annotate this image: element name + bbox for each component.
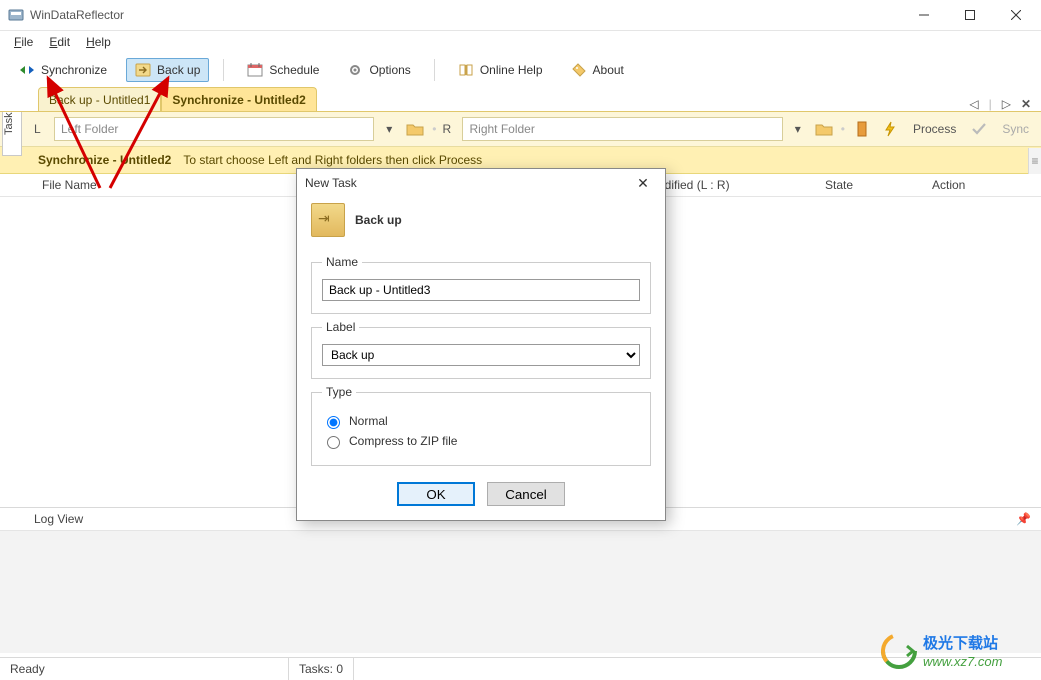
svg-text:极光下载站: 极光下载站 [923,634,998,652]
tab-prev-icon[interactable]: ◁ [967,97,980,111]
maximize-button[interactable] [947,0,993,30]
dialog-close-icon[interactable]: ✕ [629,172,657,194]
menu-file[interactable]: File [6,33,41,51]
menu-help[interactable]: Help [78,33,119,51]
about-label: About [593,63,624,77]
titlebar: WinDataReflector [0,0,1041,31]
dialog-heading: Back up [355,213,402,227]
menu-edit[interactable]: Edit [41,33,78,51]
tab-label: Back up - Untitled1 [49,93,150,107]
left-label: L [34,122,48,136]
backup-large-icon [311,203,345,237]
process-label: Process [913,122,956,136]
options-button[interactable]: Options [338,58,419,82]
calendar-icon [247,62,263,78]
type-zip-radio[interactable]: Compress to ZIP file [322,433,640,449]
label-legend: Label [322,320,359,334]
label-fieldset: Label Back up [311,320,651,379]
new-task-dialog: New Task ✕ Back up Name Label Back up Ty… [296,168,666,521]
lightning-icon[interactable] [879,118,901,140]
info-title: Synchronize - Untitled2 [38,153,171,167]
book-icon [458,62,474,78]
left-dropdown-icon[interactable]: ▾ [380,118,398,140]
tab-next-icon[interactable]: ▷ [1000,97,1013,111]
pin-icon[interactable]: 📌 [1016,512,1031,526]
ok-button[interactable]: OK [397,482,475,506]
document-tabs: Back up - Untitled1 Synchronize - Untitl… [0,87,1041,112]
tab-backup-untitled1[interactable]: Back up - Untitled1 [38,87,161,111]
info-message: To start choose Left and Right folders t… [183,153,482,167]
schedule-label: Schedule [269,63,319,77]
placeholder: Right Folder [469,122,534,136]
online-help-label: Online Help [480,63,543,77]
toolbar: Synchronize Back up Schedule Options Onl… [0,53,1041,87]
gear-icon [347,62,363,78]
tab-synchronize-untitled2[interactable]: Synchronize - Untitled2 [161,87,316,111]
synchronize-label: Synchronize [41,63,107,77]
placeholder: Left Folder [61,122,118,136]
tab-label: Synchronize - Untitled2 [172,93,305,107]
close-button[interactable] [993,0,1039,30]
sync-label: Sync [1002,122,1029,136]
task-name-input[interactable] [322,279,640,301]
minimize-button[interactable] [901,0,947,30]
status-ready: Ready [0,658,289,680]
type-fieldset: Type Normal Compress to ZIP file [311,385,651,466]
window-title: WinDataReflector [30,8,124,22]
tab-sep: | [987,97,994,111]
task-label-select[interactable]: Back up [322,344,640,366]
svg-text:www.xz7.com: www.xz7.com [923,654,1003,669]
separator [223,59,224,81]
backup-icon [135,62,151,78]
tag-icon [571,62,587,78]
radio-zip-label: Compress to ZIP file [349,434,457,448]
tab-close-icon[interactable]: ✕ [1019,97,1033,111]
name-fieldset: Name [311,255,651,314]
sync-button[interactable]: Sync [996,120,1035,138]
process-button[interactable]: Process [907,120,962,138]
watermark: 极光下载站 www.xz7.com [877,626,1037,676]
right-label: R [442,122,456,136]
check-icon [968,118,990,140]
left-folder-input[interactable]: Left Folder [54,117,374,141]
cancel-button[interactable]: Cancel [487,482,565,506]
online-help-button[interactable]: Online Help [449,58,552,82]
rules-icon[interactable] [851,118,873,140]
col-state[interactable]: State [817,174,924,196]
schedule-button[interactable]: Schedule [238,58,328,82]
folder-bar: L Left Folder ▾ • R Right Folder ▾ • Pro… [0,112,1041,147]
dialog-title: New Task [305,176,357,190]
about-button[interactable]: About [562,58,633,82]
col-modified[interactable]: Modified (L : R) [640,174,817,196]
right-folder-input[interactable]: Right Folder [462,117,782,141]
radio-zip[interactable] [327,436,340,449]
col-action[interactable]: Action [924,174,1041,196]
menubar: File Edit Help [0,31,1041,53]
backup-label: Back up [157,63,200,77]
right-dropdown-icon[interactable]: ▾ [789,118,807,140]
log-view-title: Log View [34,512,83,526]
side-menu-icon[interactable]: ≡ [1028,148,1041,174]
left-browse-icon[interactable] [404,118,426,140]
sync-icon [19,62,35,78]
type-normal-radio[interactable]: Normal [322,413,640,429]
type-legend: Type [322,385,356,399]
radio-normal-label: Normal [349,414,388,428]
radio-normal[interactable] [327,416,340,429]
backup-button[interactable]: Back up [126,58,209,82]
right-browse-icon[interactable] [813,118,835,140]
status-tasks: Tasks: 0 [289,658,354,680]
separator [434,59,435,81]
options-label: Options [369,63,410,77]
synchronize-button[interactable]: Synchronize [10,58,116,82]
name-legend: Name [322,255,362,269]
app-icon [8,7,24,23]
